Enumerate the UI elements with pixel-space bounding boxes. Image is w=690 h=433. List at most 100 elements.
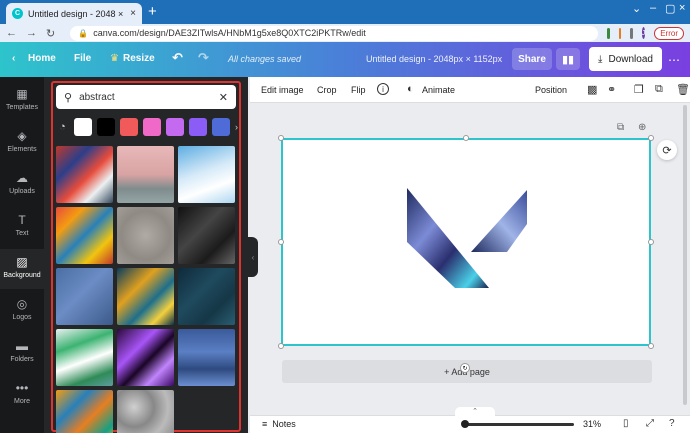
color-swatch[interactable]	[143, 118, 161, 136]
color-swatch[interactable]	[120, 118, 138, 136]
zoom-slider-knob[interactable]	[461, 420, 469, 428]
chevron-right-icon[interactable]: ›	[235, 122, 238, 132]
background-thumbnail[interactable]	[117, 390, 174, 433]
editor-header: ‹ Home File ♛ Resize ↶ ↷ All changes sav…	[0, 42, 690, 77]
browser-tab[interactable]: C Untitled design - 2048 × 1152px ×	[6, 3, 142, 24]
background-thumbnail[interactable]	[56, 207, 113, 264]
expand-pages-icon[interactable]: ⌃	[455, 407, 495, 417]
trash-icon[interactable]: 🗑	[676, 83, 690, 96]
minimize-icon[interactable]: –	[650, 2, 656, 14]
background-search[interactable]: ⚲ ✕	[56, 85, 236, 109]
puzzle-icon[interactable]	[630, 27, 633, 39]
duplicate-icon[interactable]: ⧉	[655, 83, 663, 96]
rail-item-templates[interactable]: ▦ Templates	[0, 81, 44, 121]
rail-item-label: Background	[3, 272, 41, 279]
background-thumbnail[interactable]	[56, 146, 113, 203]
rail-item-label: Templates	[6, 104, 38, 111]
error-button[interactable]: Error	[654, 26, 684, 40]
extension-icon[interactable]	[607, 27, 610, 39]
resize-button[interactable]: Resize	[123, 53, 155, 64]
background-thumbnail[interactable]	[117, 146, 174, 203]
palette-icon[interactable]: ◔	[56, 121, 69, 133]
undo-icon[interactable]: ↶	[172, 50, 183, 66]
zoom-level[interactable]: 31%	[583, 419, 601, 429]
duplicate-page-icon[interactable]: ⧉	[617, 122, 624, 133]
resize-handle[interactable]	[648, 343, 654, 349]
color-swatch[interactable]	[97, 118, 115, 136]
background-thumbnail[interactable]	[56, 390, 113, 433]
profile-avatar[interactable]: J	[641, 27, 646, 39]
metamask-icon[interactable]	[618, 27, 622, 39]
chevron-down-icon[interactable]: ⌄	[632, 2, 641, 15]
background-thumbnail[interactable]	[178, 146, 235, 203]
info-icon[interactable]: i	[377, 83, 389, 95]
resize-handle[interactable]	[278, 239, 284, 245]
maximize-icon[interactable]: ▢	[665, 2, 675, 15]
back-arrow-icon[interactable]: ←	[6, 27, 17, 39]
background-thumbnail[interactable]	[117, 268, 174, 325]
background-thumbnail[interactable]	[178, 329, 235, 386]
back-chevron-icon[interactable]: ‹	[12, 53, 15, 64]
window-close-icon[interactable]: ×	[679, 2, 685, 14]
forward-arrow-icon[interactable]: →	[26, 27, 37, 39]
background-grid	[56, 146, 236, 433]
position-button[interactable]: Position	[535, 85, 567, 95]
color-swatch[interactable]	[166, 118, 184, 136]
vertical-scrollbar[interactable]	[683, 105, 687, 405]
document-title[interactable]: Untitled design - 2048px × 1152px	[366, 54, 502, 64]
copy-icon[interactable]: ❐	[634, 83, 644, 96]
clear-search-icon[interactable]: ✕	[219, 91, 228, 104]
zoom-slider[interactable]	[464, 423, 574, 426]
download-button[interactable]: ⤓ Download	[589, 47, 662, 71]
insights-chart-icon[interactable]: ▮▮	[556, 48, 580, 70]
rail-item-logos[interactable]: ◎ Logos	[0, 291, 44, 331]
rail-item-background[interactable]: ▨ Background	[0, 249, 44, 289]
file-button[interactable]: File	[74, 53, 91, 64]
transparency-icon[interactable]: ▩	[587, 83, 597, 96]
resize-handle[interactable]	[648, 239, 654, 245]
background-thumbnail[interactable]	[117, 329, 174, 386]
redo-icon[interactable]: ↷	[198, 50, 209, 66]
rail-item-uploads[interactable]: ☁ Uploads	[0, 165, 44, 205]
add-page-icon[interactable]: ⊕	[638, 122, 646, 133]
rail-item-more[interactable]: ••• More	[0, 375, 44, 415]
design-canvas[interactable]	[281, 138, 651, 346]
crop-button[interactable]: Crop	[317, 85, 337, 95]
fullscreen-icon[interactable]: ⤢	[646, 418, 654, 429]
edit-image-button[interactable]: Edit image	[261, 85, 304, 95]
rail-item-folders[interactable]: ▬ Folders	[0, 333, 44, 373]
refresh-icon[interactable]: ⟳	[657, 140, 677, 160]
page-count-icon[interactable]: ▯	[623, 418, 629, 429]
flip-button[interactable]: Flip	[351, 85, 366, 95]
notes-label: Notes	[272, 419, 296, 429]
resize-handle[interactable]	[463, 135, 469, 141]
close-icon[interactable]: ×	[130, 8, 136, 19]
new-tab-icon[interactable]: +	[148, 4, 157, 19]
animate-button[interactable]: Animate	[422, 85, 455, 95]
rotate-icon[interactable]: ↻	[460, 363, 470, 373]
color-swatch[interactable]	[74, 118, 92, 136]
valorant-logo-image[interactable]	[283, 140, 649, 344]
resize-handle[interactable]	[648, 135, 654, 141]
collapse-panel-handle[interactable]: ‹	[248, 237, 258, 277]
background-thumbnail[interactable]	[56, 268, 113, 325]
rail-item-elements[interactable]: ◈ Elements	[0, 123, 44, 163]
color-swatch[interactable]	[212, 118, 230, 136]
background-thumbnail[interactable]	[56, 329, 113, 386]
notes-button[interactable]: ≡ Notes	[262, 419, 296, 429]
help-icon[interactable]: ?	[669, 418, 675, 429]
link-icon[interactable]: ⚭	[607, 83, 616, 96]
background-thumbnail[interactable]	[178, 207, 235, 264]
resize-handle[interactable]	[278, 343, 284, 349]
search-input[interactable]	[79, 91, 212, 103]
color-swatch[interactable]	[189, 118, 207, 136]
rail-item-text[interactable]: T Text	[0, 207, 44, 247]
resize-handle[interactable]	[278, 135, 284, 141]
reload-icon[interactable]: ↻	[46, 27, 55, 40]
url-field[interactable]: 🔒 canva.com/design/DAE3ZITwlsA/HNbM1g5xe…	[70, 25, 599, 41]
share-button[interactable]: Share	[512, 48, 552, 70]
background-thumbnail[interactable]	[178, 268, 235, 325]
background-thumbnail[interactable]	[117, 207, 174, 264]
more-menu-icon[interactable]: ⋯	[668, 53, 680, 67]
home-button[interactable]: Home	[28, 53, 56, 64]
